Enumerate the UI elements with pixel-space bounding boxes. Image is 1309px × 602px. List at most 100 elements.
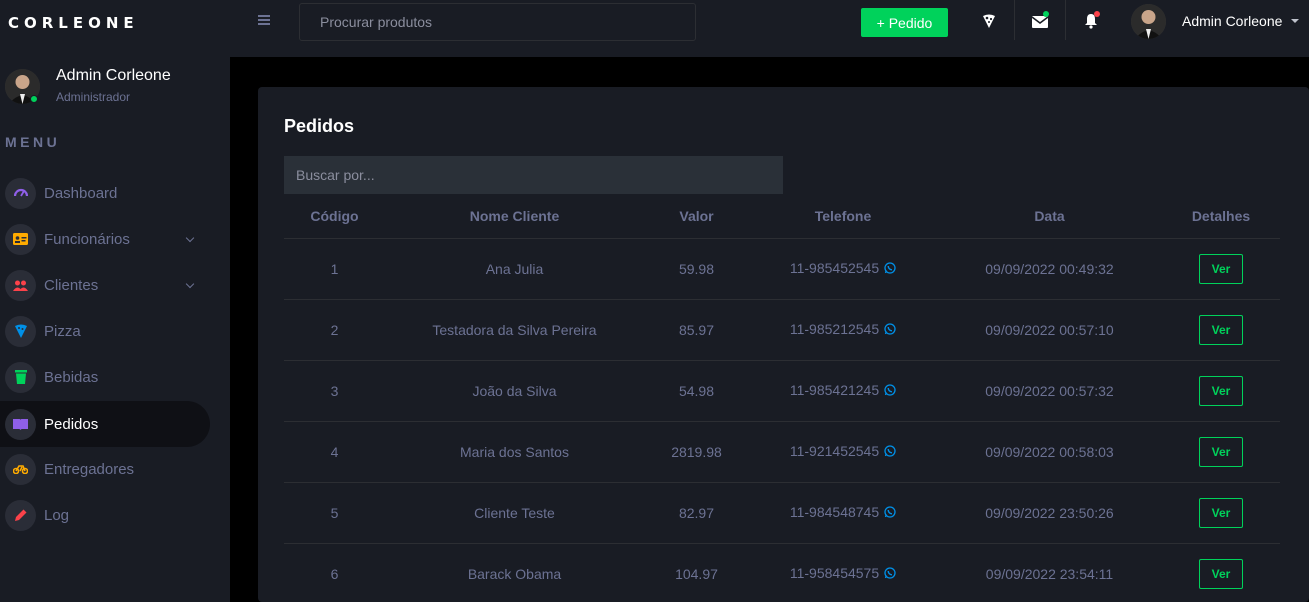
orders-card: Pedidos Código Nome Cliente Valor Telefo… <box>258 87 1309 602</box>
whatsapp-icon[interactable] <box>884 261 896 277</box>
divider <box>1065 0 1066 40</box>
table-row: 5 Cliente Teste 82.97 11-984548745 09/09… <box>284 482 1280 544</box>
cell-detalhes: Ver <box>1162 238 1280 300</box>
view-details-button[interactable]: Ver <box>1199 375 1243 406</box>
product-search-input[interactable] <box>299 3 696 41</box>
sidebar-item-label: Entregadores <box>44 460 135 478</box>
cell-nome: Ana Julia <box>385 238 644 300</box>
bell-icon[interactable] <box>1079 9 1103 33</box>
cell-nome: Barack Obama <box>385 543 644 602</box>
sidebar-item-log[interactable]: Log <box>0 492 210 538</box>
view-details-button[interactable]: Ver <box>1199 314 1243 345</box>
sidebar-item-label: Bebidas <box>44 368 99 386</box>
view-details-button[interactable]: Ver <box>1199 253 1243 284</box>
sidebar-item-funcionarios[interactable]: Funcionários <box>0 216 210 262</box>
cell-codigo: 5 <box>284 482 385 544</box>
phone-text: 11-985212545 <box>789 320 880 337</box>
table-row: 6 Barack Obama 104.97 11-958454575 09/09… <box>284 543 1280 602</box>
view-details-button[interactable]: Ver <box>1199 558 1243 589</box>
cell-detalhes: Ver <box>1162 421 1280 483</box>
cell-valor: 54.98 <box>644 360 749 422</box>
column-header-valor[interactable]: Valor <box>644 195 749 239</box>
whatsapp-icon[interactable] <box>884 505 896 521</box>
cell-data: 09/09/2022 00:57:10 <box>937 299 1162 361</box>
user-name[interactable]: Admin Corleone <box>1182 13 1282 29</box>
cell-detalhes: Ver <box>1162 299 1280 361</box>
cell-data: 09/09/2022 00:58:03 <box>937 421 1162 483</box>
sidebar-item-label: Dashboard <box>44 184 118 202</box>
speedometer-icon <box>5 177 36 209</box>
cell-codigo: 2 <box>284 299 385 361</box>
sidebar: Admin Corleone Administrador MENU Dashbo… <box>0 57 230 602</box>
whatsapp-icon[interactable] <box>884 383 896 399</box>
phone-text: 11-921452545 <box>789 442 880 459</box>
cell-data: 09/09/2022 23:54:11 <box>937 543 1162 602</box>
view-details-button[interactable]: Ver <box>1199 436 1243 467</box>
cell-detalhes: Ver <box>1162 482 1280 544</box>
pencil-icon <box>5 499 36 531</box>
profile-name: Admin Corleone <box>56 67 171 84</box>
view-details-button[interactable]: Ver <box>1199 497 1243 528</box>
cell-codigo: 1 <box>284 238 385 300</box>
profile-role: Administrador <box>56 90 131 104</box>
sidebar-item-entregadores[interactable]: Entregadores <box>0 446 210 492</box>
sidebar-item-label: Clientes <box>44 276 99 294</box>
sidebar-item-clientes[interactable]: Clientes <box>0 262 210 308</box>
cell-valor: 85.97 <box>644 299 749 361</box>
divider <box>1014 0 1015 40</box>
cell-nome: Testadora da Silva Pereira <box>385 299 644 361</box>
menu-toggle-icon[interactable] <box>258 15 270 27</box>
whatsapp-icon[interactable] <box>884 566 896 582</box>
cell-telefone: 11-985212545 <box>749 299 937 361</box>
table-row: 2 Testadora da Silva Pereira 85.97 11-98… <box>284 299 1280 361</box>
cell-data: 09/09/2022 23:50:26 <box>937 482 1162 544</box>
avatar[interactable] <box>1131 4 1166 39</box>
cell-telefone: 11-985452545 <box>749 238 937 300</box>
cell-valor: 2819.98 <box>644 421 749 483</box>
online-status-dot <box>30 95 38 103</box>
users-icon <box>5 269 36 301</box>
id-card-icon <box>5 223 36 255</box>
cell-valor: 59.98 <box>644 238 749 300</box>
cup-icon <box>5 361 36 393</box>
cell-codigo: 4 <box>284 421 385 483</box>
cell-data: 09/09/2022 00:57:32 <box>937 360 1162 422</box>
table-row: 1 Ana Julia 59.98 11-985452545 09/09/202… <box>284 238 1280 300</box>
column-header-telefone[interactable]: Telefone <box>749 195 937 239</box>
page-title: Pedidos <box>284 116 355 136</box>
sidebar-item-pedidos[interactable]: Pedidos <box>0 401 210 447</box>
cell-valor: 82.97 <box>644 482 749 544</box>
column-header-nome-cliente[interactable]: Nome Cliente <box>385 195 644 239</box>
mail-icon[interactable] <box>1028 9 1052 33</box>
chevron-down-icon <box>185 279 195 289</box>
sidebar-item-bebidas[interactable]: Bebidas <box>0 354 210 400</box>
sidebar-item-dashboard[interactable]: Dashboard <box>0 170 210 216</box>
notification-dot <box>1094 11 1100 17</box>
orders-search-input[interactable] <box>284 156 783 194</box>
sidebar-item-pizza[interactable]: Pizza <box>0 308 210 354</box>
cell-codigo: 3 <box>284 360 385 422</box>
pizza-icon[interactable] <box>977 9 1001 33</box>
chevron-down-icon[interactable] <box>1291 19 1299 23</box>
sidebar-item-label: Funcionários <box>44 230 130 248</box>
cell-nome: Maria dos Santos <box>385 421 644 483</box>
cell-nome: João da Silva <box>385 360 644 422</box>
whatsapp-icon[interactable] <box>884 444 896 460</box>
new-order-button[interactable]: + Pedido <box>861 8 948 37</box>
cell-telefone: 11-984548745 <box>749 482 937 544</box>
table-row: 3 João da Silva 54.98 11-985421245 09/09… <box>284 360 1280 422</box>
top-navbar: CORLEONE + Pedido Admin Corleone <box>0 0 1309 57</box>
table-header-row: Código Nome Cliente Valor Telefone Data … <box>284 195 1280 239</box>
chevron-down-icon <box>185 233 195 243</box>
brand-logo[interactable]: CORLEONE <box>8 14 139 32</box>
column-header-codigo[interactable]: Código <box>284 195 385 239</box>
pizza-icon <box>5 315 36 347</box>
menu-heading: MENU <box>5 134 61 150</box>
phone-text: 11-984548745 <box>789 503 880 520</box>
cell-telefone: 11-985421245 <box>749 360 937 422</box>
whatsapp-icon[interactable] <box>884 322 896 338</box>
cell-codigo: 6 <box>284 543 385 602</box>
cell-telefone: 11-958454575 <box>749 543 937 602</box>
column-header-data[interactable]: Data <box>937 195 1162 239</box>
column-header-detalhes: Detalhes <box>1162 195 1280 239</box>
